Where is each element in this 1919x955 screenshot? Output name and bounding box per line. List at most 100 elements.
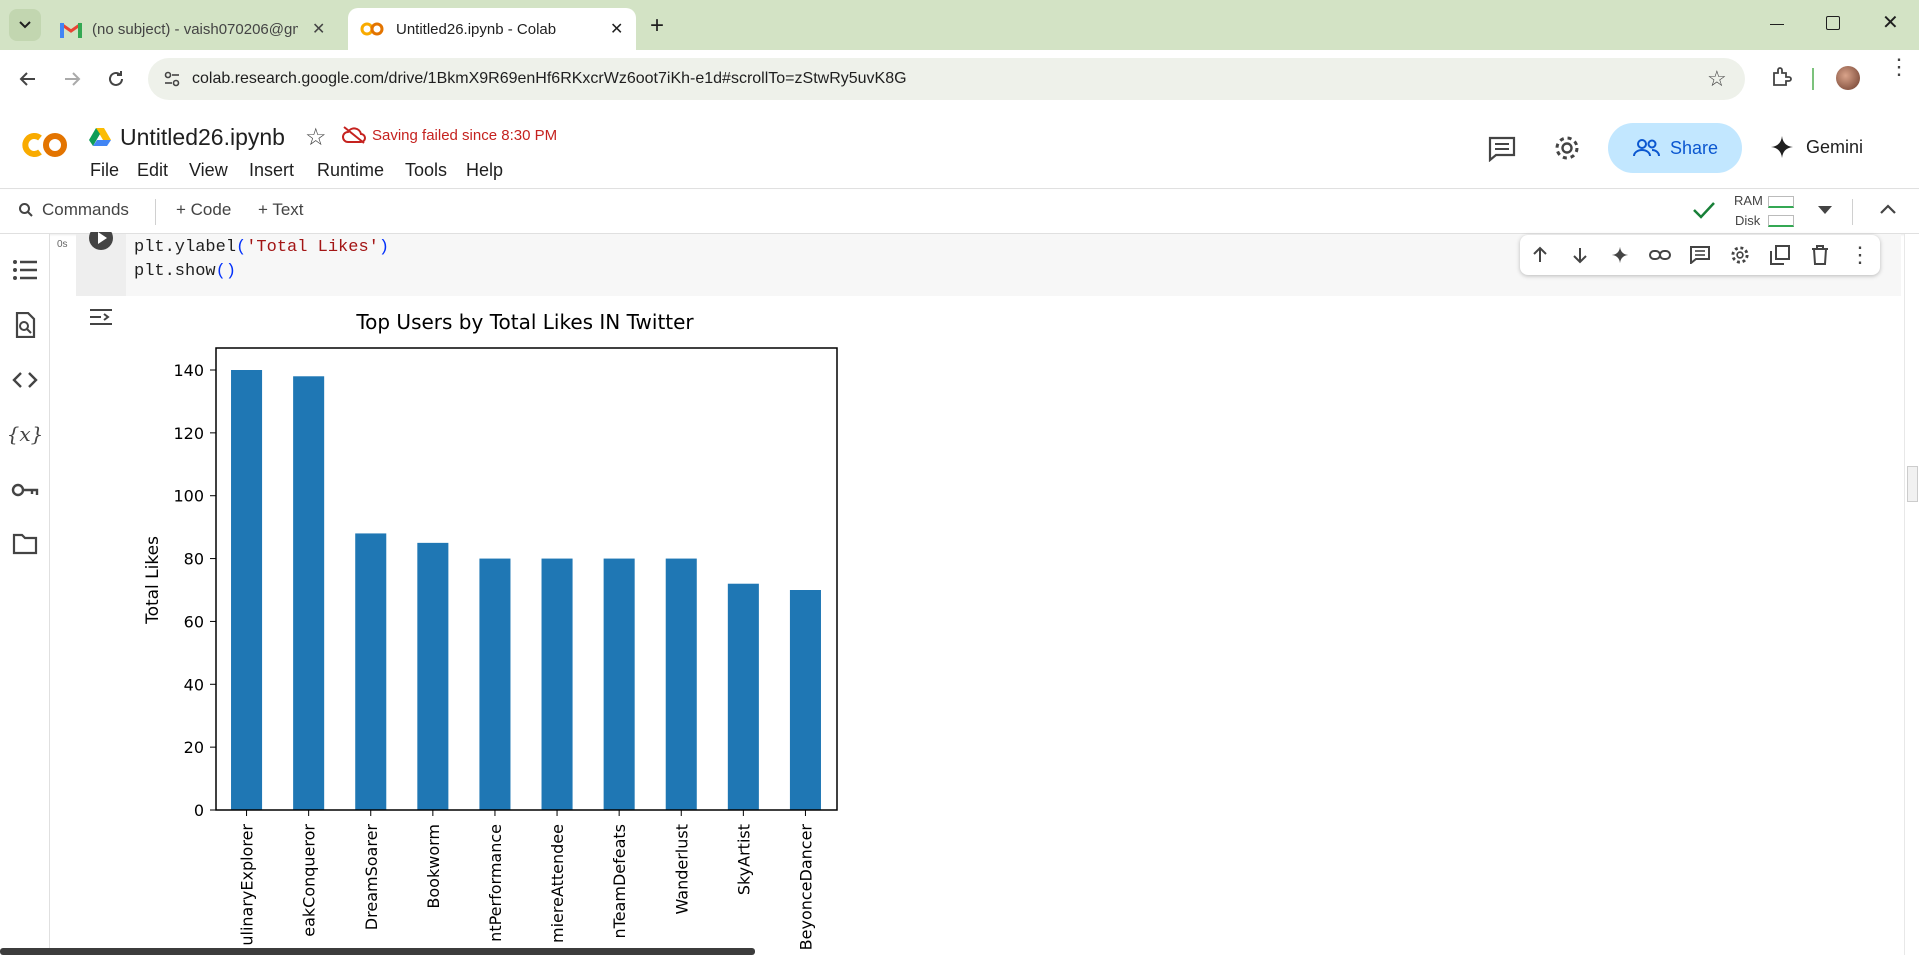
comment-icon[interactable]: [1686, 241, 1714, 269]
site-info-icon[interactable]: [162, 69, 182, 89]
divider: [1852, 199, 1853, 225]
browser-tab-strip: (no subject) - vaish070206@gm ✕ Untitled…: [0, 0, 1919, 50]
add-text-button[interactable]: + Text: [258, 200, 304, 220]
drive-icon: [89, 127, 111, 147]
bars-group: [231, 370, 821, 810]
bookmark-star-icon[interactable]: ☆: [1707, 66, 1727, 92]
gemini-button[interactable]: Gemini: [1770, 135, 1863, 159]
move-up-icon[interactable]: [1526, 241, 1554, 269]
reload-icon: [109, 71, 123, 86]
link-icon[interactable]: [1646, 241, 1674, 269]
menu-runtime[interactable]: Runtime: [317, 160, 384, 181]
x-tick-label: miereAttendee: [548, 824, 567, 943]
search-icon: [19, 203, 33, 217]
menu-help[interactable]: Help: [466, 160, 503, 181]
mirror-cell-icon[interactable]: [1766, 241, 1794, 269]
x-tick-label: nTeamDefeats: [610, 824, 629, 938]
profile-avatar[interactable]: [1836, 66, 1860, 90]
scrollbar-thumb[interactable]: [1907, 466, 1918, 502]
close-window-button[interactable]: ✕: [1882, 10, 1899, 35]
x-tick-label: DreamSoarer: [362, 824, 381, 931]
colab-logo[interactable]: [18, 130, 70, 160]
cell-toolbar: ⋮: [1520, 235, 1880, 275]
bar: [603, 558, 635, 810]
chevron-down-icon: [19, 21, 31, 29]
x-tick-label: Bookworm: [424, 824, 443, 909]
forward-button[interactable]: [56, 63, 88, 95]
x-tick-label: Wanderlust: [672, 824, 691, 915]
menu-edit[interactable]: Edit: [137, 160, 168, 181]
x-tick-label: ulinaryExplorer: [238, 824, 257, 946]
left-sidebar: {x}: [0, 234, 50, 955]
cell-settings-gear-icon[interactable]: [1726, 241, 1754, 269]
close-icon[interactable]: ✕: [610, 19, 623, 39]
run-cell-button[interactable]: [89, 232, 113, 250]
restore-button[interactable]: [1826, 16, 1840, 30]
x-tick-label: eakConqueror: [300, 824, 319, 937]
files-folder-icon[interactable]: [11, 530, 39, 558]
tab-title: Untitled26.ipynb - Colab: [396, 20, 557, 38]
notebook-title[interactable]: Untitled26.ipynb: [120, 124, 285, 151]
divider: [155, 199, 156, 225]
close-icon[interactable]: ✕: [312, 19, 325, 39]
y-axis-ticks: 0 20 40 60 80 100 120 140: [173, 361, 216, 820]
add-code-button[interactable]: + Code: [176, 200, 231, 220]
extensions-icon[interactable]: [1770, 66, 1794, 90]
tab-gmail[interactable]: (no subject) - vaish070206@gm ✕: [52, 8, 342, 50]
horizontal-scrollbar[interactable]: [0, 948, 755, 955]
gemini-sparkle-icon[interactable]: [1606, 241, 1634, 269]
delete-trash-icon[interactable]: [1806, 241, 1834, 269]
share-label: Share: [1669, 137, 1719, 158]
find-replace-icon[interactable]: [11, 311, 39, 339]
variables-icon[interactable]: {x}: [7, 420, 44, 448]
secrets-key-icon[interactable]: [11, 476, 39, 504]
reload-button[interactable]: [100, 63, 132, 95]
play-icon: [89, 232, 113, 250]
menu-insert[interactable]: Insert: [249, 160, 294, 181]
new-tab-button[interactable]: +: [650, 12, 664, 40]
address-bar[interactable]: colab.research.google.com/drive/1BkmX9R6…: [148, 58, 1745, 100]
vertical-scrollbar[interactable]: [1904, 234, 1919, 955]
y-tick-label: 0: [194, 801, 204, 820]
y-tick-label: 120: [173, 424, 204, 443]
resource-monitor[interactable]: RAM Disk: [1730, 193, 1798, 231]
output-toggle-icon[interactable]: [89, 307, 113, 332]
exec-time: 0s: [57, 239, 68, 250]
runtime-dropdown-icon[interactable]: [1818, 206, 1832, 214]
y-tick-label: 80: [184, 550, 204, 569]
more-options-icon[interactable]: ⋮: [1846, 241, 1874, 269]
ram-meter: [1768, 196, 1794, 208]
commands-label: Commands: [42, 200, 129, 219]
menu-view[interactable]: View: [189, 160, 228, 181]
minimize-button[interactable]: [1770, 14, 1790, 34]
share-button[interactable]: Share: [1608, 123, 1742, 173]
move-down-icon[interactable]: [1566, 241, 1594, 269]
bar: [231, 370, 263, 810]
save-status-text: Saving failed since 8:30 PM: [372, 126, 558, 144]
bar: [355, 533, 387, 810]
tab-search-button[interactable]: [9, 9, 41, 41]
back-arrow-icon: [19, 72, 35, 86]
comments-icon[interactable]: [1488, 136, 1516, 167]
back-button[interactable]: [12, 63, 44, 95]
collapse-header-icon[interactable]: [1879, 202, 1897, 221]
y-tick-label: 60: [184, 612, 204, 631]
gmail-icon: [60, 22, 82, 38]
table-of-contents-icon[interactable]: [11, 256, 39, 284]
commands-button[interactable]: Commands: [18, 200, 129, 220]
y-tick-label: 20: [184, 738, 204, 757]
star-icon[interactable]: ☆: [305, 123, 327, 152]
bar: [727, 583, 759, 810]
settings-gear-icon[interactable]: [1553, 134, 1581, 167]
code-snippets-icon[interactable]: [11, 366, 39, 394]
tab-colab[interactable]: Untitled26.ipynb - Colab ✕: [348, 8, 636, 50]
code-line: plt.ylabel('Total Likes'): [134, 238, 390, 257]
divider: [1812, 68, 1814, 90]
bar: [479, 558, 511, 810]
minimize-icon: [1770, 24, 1784, 25]
save-status[interactable]: Saving failed since 8:30 PM: [342, 126, 557, 144]
menu-file[interactable]: File: [90, 160, 119, 181]
browser-menu-icon[interactable]: ⋮: [1888, 56, 1910, 78]
gemini-label: Gemini: [1806, 136, 1864, 157]
menu-tools[interactable]: Tools: [405, 160, 447, 181]
